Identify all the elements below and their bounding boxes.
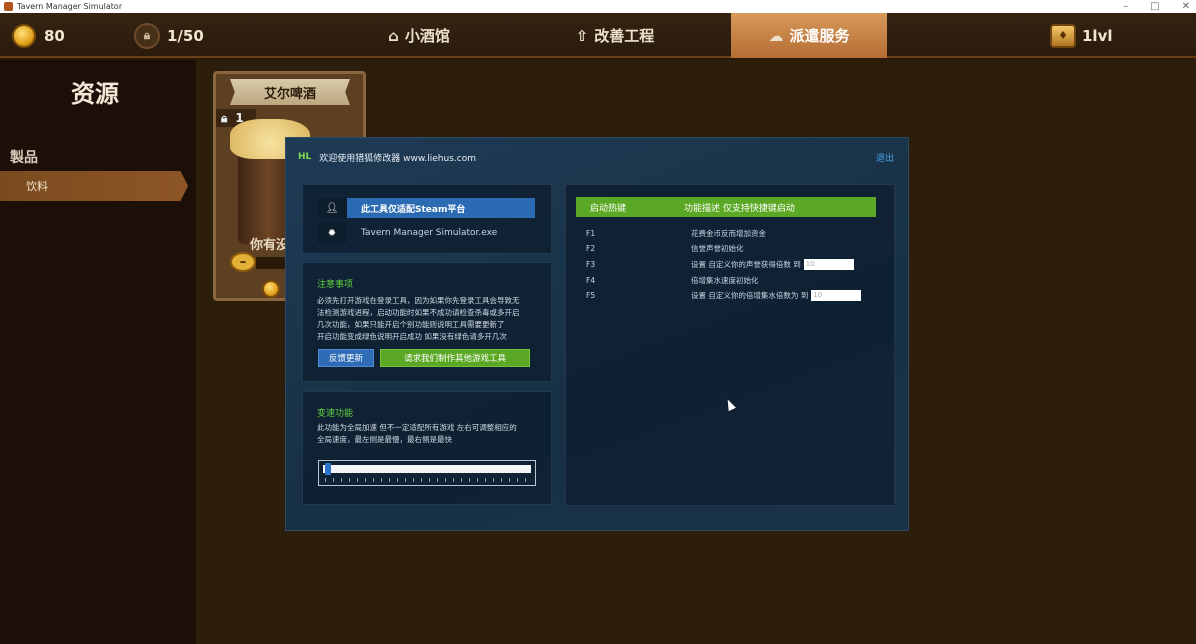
hotkey-desc: 信誉声誉初始化: [691, 243, 744, 253]
house-icon: ⌂: [388, 26, 399, 45]
level-indicator: ♦ 1lvl: [1050, 13, 1113, 58]
trainer-window: HL 欢迎使用猎狐修改器 www.liehus.com 退出 👤︎ 此工具仅适配…: [285, 137, 909, 531]
close-button[interactable]: ✕: [1182, 1, 1190, 12]
speed-panel: 变速功能 此功能为全局加速 但不一定适配所有游戏 左右可调整相应的 全局速度，最…: [302, 391, 552, 505]
capacity-counter: 🔒︎ 1/50: [134, 13, 204, 58]
tab-label: 改善工程: [594, 27, 655, 45]
user-icon: 👤︎: [317, 198, 347, 218]
exit-link[interactable]: 退出: [876, 151, 894, 164]
window-title: Tavern Manager Simulator: [17, 2, 123, 11]
slider-thumb[interactable]: [325, 463, 332, 475]
sidebar-item-label: 饮料: [26, 180, 48, 193]
platform-label: 此工具仅适配Steam平台: [347, 198, 535, 218]
sidebar-section-products: 製品: [10, 150, 38, 166]
hotkey-header-key: 启动热键: [590, 203, 627, 214]
lock-icon: 🔒︎: [221, 110, 228, 125]
product-name: 艾尔啤酒: [230, 79, 350, 105]
platform-row: 👤︎ 此工具仅适配Steam平台: [317, 198, 535, 218]
tab-delivery[interactable]: ☁ 派遣服务: [731, 13, 887, 58]
hotkey-key: F4: [586, 275, 596, 285]
hotkey-key: F3: [586, 259, 596, 269]
hotkey-desc: 设置 自定义你的倍增集水倍数为 到: [691, 290, 809, 300]
level-value: 1lvl: [1082, 26, 1113, 45]
hotkey-key: F5: [586, 290, 596, 300]
trainer-header: HL 欢迎使用猎狐修改器 www.liehus.com 退出: [286, 138, 908, 176]
notes-line: 法检测游戏进程，启动功能时如果不成功请检查杀毒或多开启: [317, 308, 520, 317]
tab-label: 派遣服务: [789, 27, 850, 45]
window-titlebar: Tavern Manager Simulator – □ ✕: [0, 0, 1196, 13]
speed-desc: 此功能为全局加速 但不一定适配所有游戏 左右可调整相应的 全局速度，最左侧是最慢…: [317, 422, 541, 446]
reputation-multiplier-input[interactable]: 10: [803, 258, 854, 270]
hotkey-row: F3 设置 自定义你的声誉获得倍数 到 10: [586, 257, 886, 271]
gear-icon: ✹: [317, 223, 347, 243]
hotkey-header: 启动热键 功能描述 仅支持快捷键启动: [576, 197, 876, 217]
upgrade-icon: ⇧: [575, 26, 589, 45]
notes-text: 必须先打开游戏在登录工具，因为如果你先登录工具会导致无 法检测游戏进程，启动功能…: [317, 295, 541, 343]
trainer-welcome-text: 欢迎使用猎狐修改器 www.liehus.com: [319, 153, 476, 164]
decrease-button[interactable]: –: [230, 252, 256, 272]
coin-icon: [12, 23, 36, 48]
lock-icon: 🔒︎: [134, 22, 160, 49]
notes-line: 开启功能变成绿色说明开启成功 如果没有绿色请多开几次: [317, 332, 507, 341]
hotkey-row: F2 信誉声誉初始化: [586, 241, 886, 255]
hotkey-key: F1: [586, 228, 596, 238]
request-tool-button[interactable]: 请求我们制作其他游戏工具: [380, 349, 530, 367]
tab-tavern[interactable]: ⌂ 小酒馆: [344, 13, 494, 58]
notes-title: 注意事项: [317, 280, 354, 290]
process-row: ✹ Tavern Manager Simulator.exe: [317, 223, 535, 243]
hotkey-panel: 启动热键 功能描述 仅支持快捷键启动 F1 花费金币反而增加资金 F2 信誉声誉…: [565, 184, 895, 506]
sidebar-item-drinks[interactable]: 饮料: [0, 171, 188, 201]
maximize-button[interactable]: □: [1150, 1, 1159, 12]
hotkey-header-desc: 功能描述 仅支持快捷键启动: [684, 203, 795, 214]
slider-ticks: [325, 478, 529, 482]
hotkey-desc: 设置 自定义你的声誉获得倍数 到: [691, 259, 801, 269]
minimize-button[interactable]: –: [1123, 1, 1128, 12]
tab-label: 小酒馆: [404, 27, 450, 45]
product-have-text: 你有没: [250, 238, 290, 253]
trainer-logo: HL: [298, 152, 312, 162]
coin-icon: [262, 280, 280, 298]
water-multiplier-input[interactable]: 10: [811, 289, 862, 301]
hotkey-key: F2: [586, 243, 596, 253]
notes-panel: 注意事项 必须先打开游戏在登录工具，因为如果你先登录工具会导致无 法检测游戏进程…: [302, 262, 552, 382]
hotkey-row: F5 设置 自定义你的倍增集水倍数为 到 10: [586, 288, 886, 302]
capacity-value: 1/50: [167, 26, 204, 45]
notes-line: 几次功能，如果只能开启个别功能则说明工具需要更新了: [317, 320, 505, 329]
speed-slider[interactable]: [318, 460, 536, 486]
slider-track: [323, 465, 531, 473]
app-icon: [4, 2, 13, 11]
notes-line: 必须先打开游戏在登录工具，因为如果你先登录工具会导致无: [317, 296, 520, 305]
platform-panel: 👤︎ 此工具仅适配Steam平台 ✹ Tavern Manager Simula…: [302, 184, 552, 254]
feedback-button[interactable]: 反馈更新: [318, 349, 374, 367]
game-topbar: 80 🔒︎ 1/50 ⌂ 小酒馆 ⇧ 改善工程 ☁ 派遣服务 ♦ 1lvl: [0, 13, 1196, 58]
sidebar-title: 资源: [71, 80, 119, 108]
speed-title: 变速功能: [317, 409, 354, 419]
process-name: Tavern Manager Simulator.exe: [361, 228, 498, 238]
hotkey-row: F4 倍增集水速度初始化: [586, 273, 886, 287]
hotkey-desc: 倍增集水速度初始化: [691, 275, 759, 285]
hotkey-row: F1 花费金币反而增加资金: [586, 226, 886, 240]
speed-desc-line: 此功能为全局加速 但不一定适配所有游戏 左右可调整相应的: [317, 423, 517, 432]
coins-value: 80: [44, 26, 65, 45]
hotkey-desc: 花费金币反而增加资金: [691, 228, 766, 238]
delivery-icon: ☁: [768, 26, 784, 45]
speed-desc-line: 全局速度，最左侧是最慢，最右侧是最快: [317, 435, 452, 444]
level-badge-icon: ♦: [1050, 23, 1076, 48]
window-controls: – □ ✕: [1123, 0, 1190, 13]
coins-counter: 80: [12, 13, 65, 58]
tab-upgrades[interactable]: ⇧ 改善工程: [540, 13, 690, 58]
resources-sidebar: 资源 製品 饮料: [0, 60, 196, 644]
